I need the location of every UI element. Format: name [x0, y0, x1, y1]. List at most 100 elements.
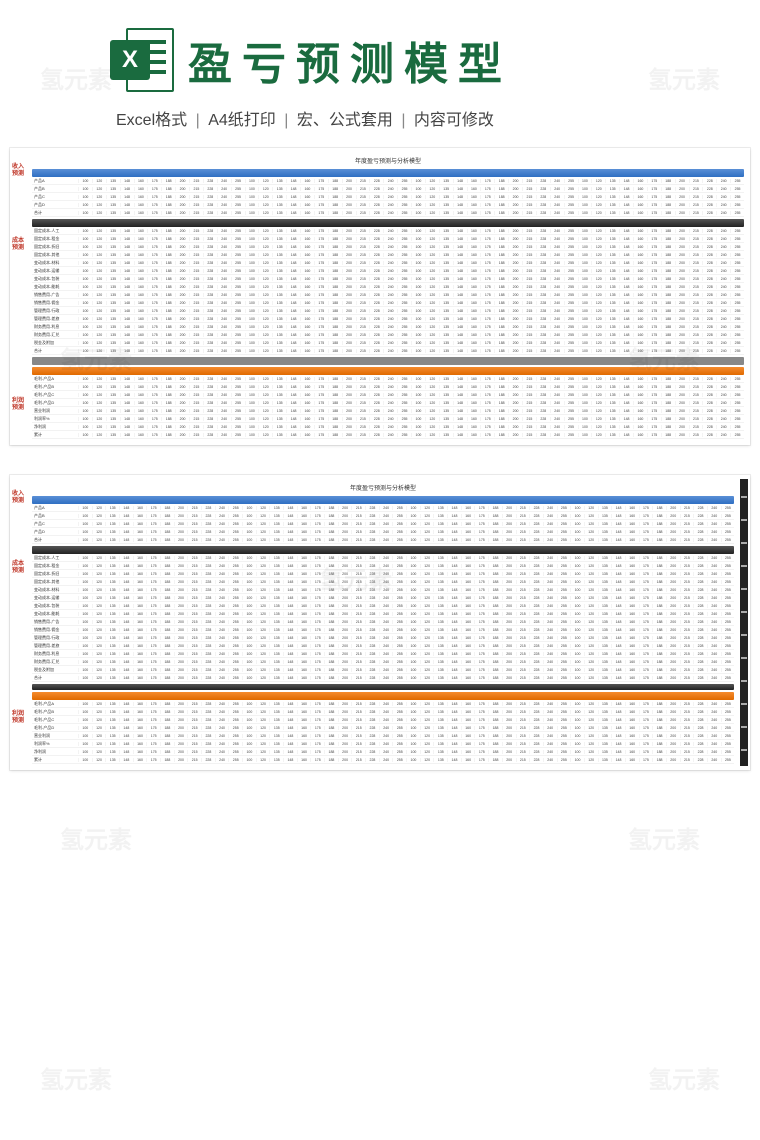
cell: 228 — [365, 588, 379, 592]
cell: 215 — [187, 710, 201, 714]
cell: 188 — [160, 612, 174, 616]
cell: 215 — [351, 538, 365, 542]
cell: 135 — [598, 726, 612, 730]
cell: 200 — [175, 317, 189, 321]
cell: 200 — [666, 628, 680, 632]
cell: 100 — [78, 261, 92, 265]
cell: 200 — [338, 636, 352, 640]
cell: 188 — [652, 530, 666, 534]
cell: 100 — [578, 393, 592, 397]
cell: 120 — [591, 237, 605, 241]
cell: 135 — [105, 668, 119, 672]
cell: 120 — [584, 522, 598, 526]
cell: 240 — [543, 572, 557, 576]
cell: 135 — [269, 660, 283, 664]
cell: 100 — [242, 734, 256, 738]
cell: 175 — [647, 393, 661, 397]
cell: 160 — [461, 676, 475, 680]
cell: 160 — [467, 385, 481, 389]
cell: 120 — [591, 179, 605, 183]
cell: 188 — [324, 580, 338, 584]
cell: 240 — [550, 301, 564, 305]
cell: 135 — [439, 433, 453, 437]
cell: 148 — [283, 652, 297, 656]
cell: 215 — [351, 676, 365, 680]
cell: 135 — [272, 277, 286, 281]
cell: 228 — [201, 522, 215, 526]
cell: 135 — [605, 409, 619, 413]
cell: 120 — [258, 195, 272, 199]
cell: 120 — [591, 253, 605, 257]
cell: 135 — [598, 628, 612, 632]
cell: 160 — [461, 506, 475, 510]
cell: 255 — [557, 758, 571, 762]
cell: 100 — [570, 530, 584, 534]
vertical-scrollbar[interactable] — [740, 479, 748, 766]
cell: 255 — [564, 277, 578, 281]
cell: 200 — [675, 425, 689, 429]
cell: 120 — [92, 718, 106, 722]
cell: 200 — [508, 203, 522, 207]
cell: 175 — [480, 203, 494, 207]
cell: 255 — [228, 588, 242, 592]
cell: 240 — [543, 564, 557, 568]
cell: 228 — [201, 750, 215, 754]
cell: 175 — [314, 187, 328, 191]
cell: 188 — [661, 393, 675, 397]
cell: 148 — [453, 301, 467, 305]
cell: 215 — [680, 726, 694, 730]
cell: 120 — [92, 702, 106, 706]
cell: 148 — [611, 620, 625, 624]
cell: 240 — [716, 409, 730, 413]
cell: 215 — [522, 293, 536, 297]
cell: 255 — [392, 588, 406, 592]
table-row: 毛利-产品D1001201351481601751882002152282402… — [32, 399, 744, 407]
cell: 215 — [351, 758, 365, 762]
cell: 228 — [536, 237, 550, 241]
cell: 100 — [242, 718, 256, 722]
cell: 188 — [494, 409, 508, 413]
cell: 188 — [328, 203, 342, 207]
cell: 215 — [689, 285, 703, 289]
cell: 255 — [730, 195, 744, 199]
row-label: 毛利-产品C — [32, 717, 78, 723]
cell: 215 — [516, 710, 530, 714]
cell: 100 — [411, 409, 425, 413]
cell: 188 — [161, 203, 175, 207]
cell: 175 — [474, 588, 488, 592]
cell: 135 — [269, 620, 283, 624]
cell: 120 — [591, 203, 605, 207]
cell: 100 — [411, 385, 425, 389]
cell: 240 — [716, 393, 730, 397]
cell: 188 — [160, 710, 174, 714]
cell: 188 — [160, 628, 174, 632]
cell: 100 — [78, 564, 92, 568]
cell: 100 — [578, 211, 592, 215]
cell: 120 — [425, 245, 439, 249]
cell: 255 — [564, 349, 578, 353]
cell: 100 — [78, 203, 92, 207]
cell: 240 — [215, 660, 229, 664]
cell: 148 — [619, 349, 633, 353]
cell: 240 — [379, 556, 393, 560]
cell: 200 — [342, 229, 356, 233]
cell: 255 — [231, 195, 245, 199]
cell: 100 — [78, 612, 92, 616]
cell: 160 — [467, 425, 481, 429]
cell: 160 — [133, 660, 147, 664]
cell: 120 — [584, 556, 598, 560]
cell: 100 — [78, 333, 92, 337]
cell: 188 — [494, 211, 508, 215]
cell: 240 — [379, 660, 393, 664]
cell: 188 — [161, 349, 175, 353]
cell: 160 — [297, 538, 311, 542]
cell: 188 — [488, 588, 502, 592]
cell: 200 — [338, 660, 352, 664]
cell: 148 — [283, 604, 297, 608]
cell: 135 — [439, 293, 453, 297]
cell: 240 — [550, 277, 564, 281]
cell: 100 — [78, 506, 92, 510]
cell: 148 — [283, 718, 297, 722]
cell: 100 — [578, 425, 592, 429]
cell: 148 — [619, 211, 633, 215]
